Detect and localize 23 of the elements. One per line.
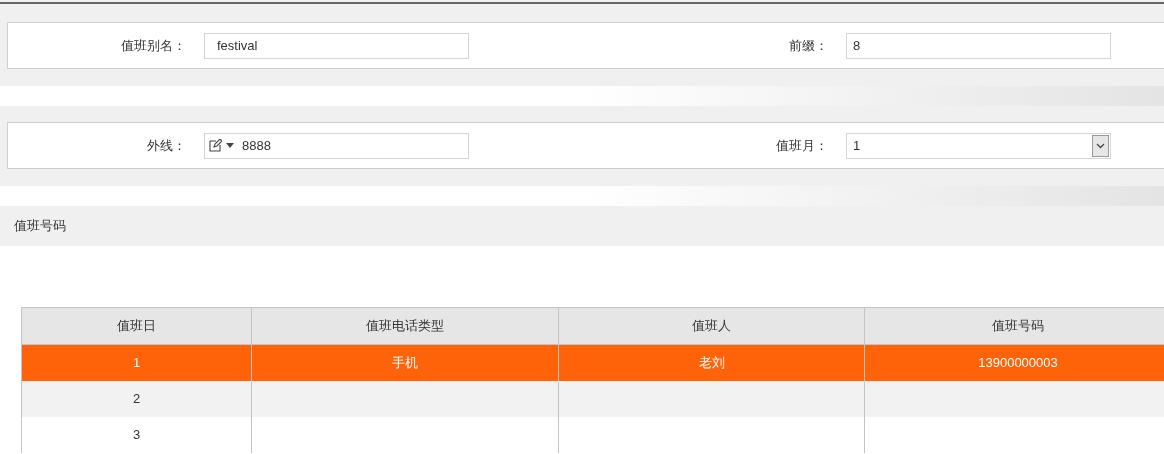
table-cell: 手机	[251, 344, 559, 381]
table-cell: 1	[21, 344, 252, 381]
table-row[interactable]: 3	[21, 416, 1164, 453]
field-label: 外线：	[146, 136, 186, 155]
input-field[interactable]: 8888	[204, 132, 469, 159]
table-row[interactable]: 2	[21, 380, 1164, 417]
table-cell: 老刘	[558, 344, 865, 381]
input-field[interactable]: 8	[846, 32, 1111, 59]
section-title: 值班号码	[14, 217, 66, 236]
field-label: 前缀：	[788, 36, 828, 55]
column-header: 值班人	[558, 307, 865, 345]
table-cell: 2	[21, 380, 252, 417]
input-field[interactable]: festival	[204, 32, 469, 59]
caret-icon[interactable]	[226, 143, 234, 148]
field-label: 值班别名：	[120, 36, 186, 55]
column-header: 值班号码	[864, 307, 1164, 345]
dropdown[interactable]: 1	[846, 132, 1111, 159]
table-cell: 3	[21, 416, 252, 453]
table-cell: 13900000003	[864, 344, 1164, 381]
column-header: 值班日	[21, 307, 252, 345]
edit-icon[interactable]	[209, 139, 222, 152]
field-label: 值班月：	[775, 136, 828, 155]
column-header: 值班电话类型	[251, 307, 559, 345]
